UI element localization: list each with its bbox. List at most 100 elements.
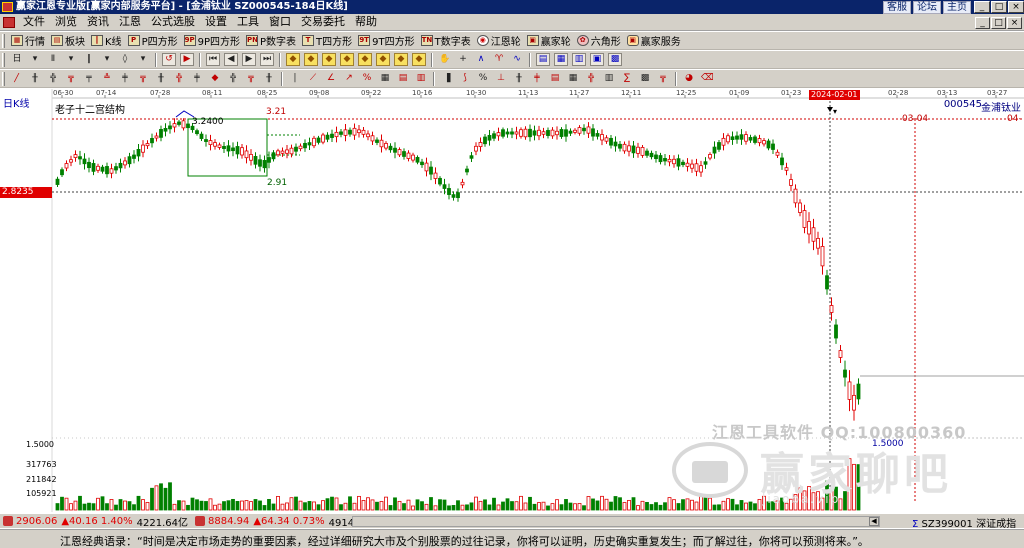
mdi-minimize-button[interactable]: _ xyxy=(975,17,990,29)
gann-tool-9-icon[interactable]: ╪ xyxy=(190,72,204,85)
mdi-restore-button[interactable]: □ xyxy=(991,17,1006,29)
document-icon[interactable] xyxy=(3,16,15,28)
hand-tool-icon[interactable]: ✋ xyxy=(438,53,452,66)
gann-tool-1-icon[interactable]: ╬ xyxy=(46,72,60,85)
kline-button[interactable]: ┃ K线 xyxy=(88,33,125,49)
gann-tool-3-icon[interactable]: ╤ xyxy=(82,72,96,85)
restore-icon[interactable]: ↺ xyxy=(162,53,176,66)
winner-wheel-button[interactable]: ▣ 赢家轮 xyxy=(524,33,574,49)
diamond-1-icon[interactable]: ◆ xyxy=(286,53,300,66)
next-page-icon[interactable]: ▶ xyxy=(242,53,256,66)
time-tool-2-icon[interactable]: ╫ xyxy=(512,72,526,85)
vertical-line-icon[interactable]: │ xyxy=(288,72,302,85)
time-tool-8-icon[interactable]: ∑ xyxy=(620,72,634,85)
menu-news[interactable]: 资讯 xyxy=(82,14,114,30)
bar-tool-icon[interactable]: ▐ xyxy=(440,72,454,85)
diamond-8-icon[interactable]: ◆ xyxy=(412,53,426,66)
last-page-icon[interactable]: ⏭ xyxy=(260,53,274,66)
time-tool-6-icon[interactable]: ╬ xyxy=(584,72,598,85)
time-tool-7-icon[interactable]: ▥ xyxy=(602,72,616,85)
gann-wheel-button[interactable]: ◉ 江恩轮 xyxy=(474,33,524,49)
diamond-7-icon[interactable]: ◆ xyxy=(394,53,408,66)
panel-3-icon[interactable]: ▥ xyxy=(572,53,586,66)
horizontal-scrollbar[interactable]: ◀ xyxy=(352,516,880,527)
gann-tool-8-icon[interactable]: ╬ xyxy=(172,72,186,85)
homepage-link[interactable]: 主页 xyxy=(943,1,971,14)
kline-chart-area[interactable]: 06-30 07-14 07-28 08-11 08-25 09-08 09-22 10-16… xyxy=(0,89,1024,512)
diamond-2-icon[interactable]: ◆ xyxy=(304,53,318,66)
dropdown-arrow-icon[interactable]: ▾ xyxy=(100,53,114,66)
toolbar-grip[interactable] xyxy=(2,33,5,48)
grid-tool-3-icon[interactable]: ▥ xyxy=(414,72,428,85)
gann-tool-6-icon[interactable]: ╦ xyxy=(136,72,150,85)
menu-file[interactable]: 文件 xyxy=(18,14,50,30)
color-wheel-icon[interactable]: ◕ xyxy=(682,72,696,85)
diamond-5-icon[interactable]: ◆ xyxy=(358,53,372,66)
scrollbar-thumb[interactable] xyxy=(353,517,873,526)
crosshair-icon[interactable]: + xyxy=(456,53,470,66)
minimize-button[interactable]: _ xyxy=(974,1,990,13)
gann-tool-2-icon[interactable]: ╦ xyxy=(64,72,78,85)
menu-help[interactable]: 帮助 xyxy=(350,14,382,30)
dropdown-arrow-icon[interactable]: ▾ xyxy=(28,53,42,66)
menu-browse[interactable]: 浏览 xyxy=(50,14,82,30)
menu-tools[interactable]: 工具 xyxy=(232,14,264,30)
p-square-button[interactable]: P P四方形 xyxy=(125,33,181,49)
close-button[interactable]: × xyxy=(1008,1,1024,13)
gann-tool-13-icon[interactable]: ╫ xyxy=(262,72,276,85)
diamond-6-icon[interactable]: ◆ xyxy=(376,53,390,66)
fan-tool-icon[interactable]: ⟋ xyxy=(306,72,320,85)
grid-tool-1-icon[interactable]: ▦ xyxy=(378,72,392,85)
9t-square-button[interactable]: 9T 9T四方形 xyxy=(355,33,417,49)
gann-tool-12-icon[interactable]: ╦ xyxy=(244,72,258,85)
gann-tool-5-icon[interactable]: ╪ xyxy=(118,72,132,85)
time-tool-9-icon[interactable]: ▩ xyxy=(638,72,652,85)
period-day-icon[interactable]: 日 xyxy=(10,53,24,66)
time-tool-3-icon[interactable]: ╪ xyxy=(530,72,544,85)
dropdown-arrow-icon[interactable]: ▾ xyxy=(64,53,78,66)
draw-line-icon[interactable]: ╱ xyxy=(10,72,24,85)
dropdown-arrow-icon[interactable]: ▾ xyxy=(136,53,150,66)
shanghai-index-icon[interactable] xyxy=(3,516,13,526)
9p-square-button[interactable]: 9P 9P四方形 xyxy=(181,33,243,49)
panel-5-icon[interactable]: ▩ xyxy=(608,53,622,66)
gann-tool-11-icon[interactable]: ╬ xyxy=(226,72,240,85)
time-tool-10-icon[interactable]: ╦ xyxy=(656,72,670,85)
eraser-icon[interactable]: ⌫ xyxy=(700,72,714,85)
kline-chart[interactable]: 06-30 07-14 07-28 08-11 08-25 09-08 09-22 10-16… xyxy=(0,89,1024,512)
hexagon-button[interactable]: ✿ 六角形 xyxy=(574,33,624,49)
angle-tool-icon[interactable]: ∠ xyxy=(324,72,338,85)
chart-type-icon[interactable]: ┃ xyxy=(82,53,96,66)
diamond-4-icon[interactable]: ◆ xyxy=(340,53,354,66)
time-tool-5-icon[interactable]: ▦ xyxy=(566,72,580,85)
time-tool-4-icon[interactable]: ▤ xyxy=(548,72,562,85)
percent-tool-icon[interactable]: % xyxy=(360,72,374,85)
gann-tool-10-icon[interactable]: ◆ xyxy=(208,72,222,85)
menu-window[interactable]: 窗口 xyxy=(264,14,296,30)
grid-tool-2-icon[interactable]: ▤ xyxy=(396,72,410,85)
panel-1-icon[interactable]: ▤ xyxy=(536,53,550,66)
toolbar-grip[interactable] xyxy=(2,71,5,86)
parallel-line-icon[interactable]: ╫ xyxy=(28,72,42,85)
arc-tool-icon[interactable]: ♈ xyxy=(492,53,506,66)
first-page-icon[interactable]: ⏮ xyxy=(206,53,220,66)
menu-trade-order[interactable]: 交易委托 xyxy=(296,14,350,30)
fan-line-icon[interactable]: ∧ xyxy=(474,53,488,66)
winner-service-button[interactable]: ▣ 赢家服务 xyxy=(624,33,684,49)
t-square-button[interactable]: T T四方形 xyxy=(299,33,355,49)
flag-icon[interactable]: ▶ xyxy=(180,53,194,66)
customer-service-link[interactable]: 客服 xyxy=(883,1,911,14)
right-adjust-icon[interactable]: ◊ xyxy=(118,53,132,66)
arrow-tool-icon[interactable]: ↗ xyxy=(342,72,356,85)
maximize-button[interactable]: □ xyxy=(991,1,1007,13)
percent-tool-2-icon[interactable]: % xyxy=(476,72,490,85)
panel-2-icon[interactable]: ▦ xyxy=(554,53,568,66)
menu-formula-screening[interactable]: 公式选股 xyxy=(146,14,200,30)
cycle-tool-icon[interactable]: ⟆ xyxy=(458,72,472,85)
sigma-icon[interactable]: Σ xyxy=(912,519,918,528)
scroll-left-icon[interactable]: ◀ xyxy=(869,517,879,526)
gann-tool-7-icon[interactable]: ╫ xyxy=(154,72,168,85)
toolbar-grip[interactable] xyxy=(2,52,5,67)
gann-tool-4-icon[interactable]: ╩ xyxy=(100,72,114,85)
t-number-table-button[interactable]: TN T数字表 xyxy=(418,33,474,49)
